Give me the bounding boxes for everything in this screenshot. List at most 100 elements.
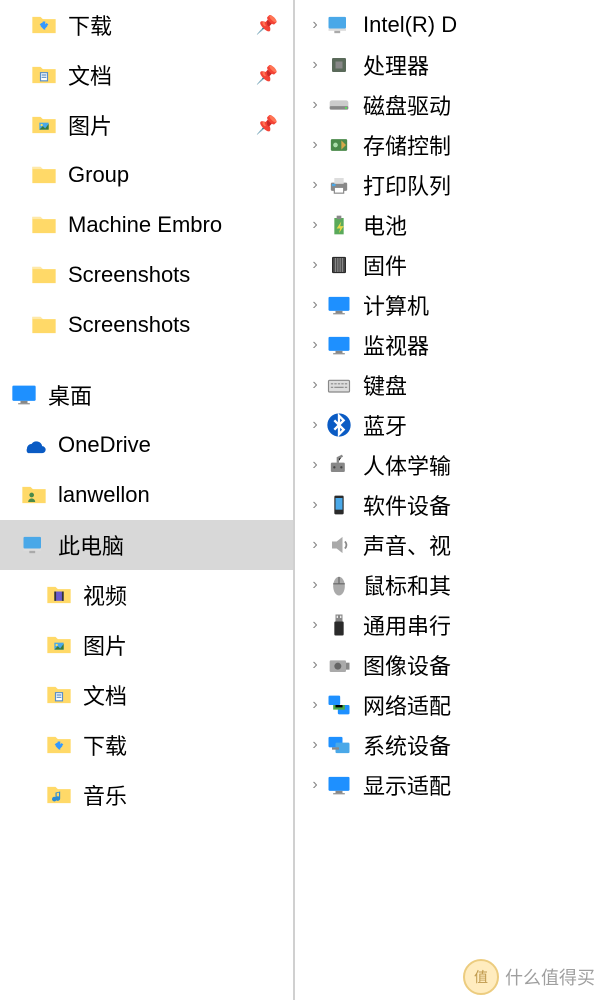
nav-label: Screenshots (68, 312, 190, 338)
folder-video-icon (45, 581, 73, 609)
nav-label: 文档 (83, 679, 127, 711)
nav-label: Group (68, 162, 129, 188)
expand-arrow-icon[interactable]: › (305, 296, 325, 314)
monitor-icon (325, 291, 353, 319)
nav-label: Screenshots (68, 262, 190, 288)
expand-arrow-icon[interactable]: › (305, 736, 325, 754)
device-tree-item[interactable]: › 系统设备 (295, 725, 600, 765)
folder-document-icon (30, 61, 58, 89)
folder-icon (30, 211, 58, 239)
nav-item-quickaccess[interactable]: 文档 📌 (0, 50, 293, 100)
device-tree-item[interactable]: › 磁盘驱动 (295, 85, 600, 125)
expand-arrow-icon[interactable]: › (305, 376, 325, 394)
nav-item[interactable]: 音乐 (0, 770, 293, 820)
expand-arrow-icon[interactable]: › (305, 176, 325, 194)
expand-arrow-icon[interactable]: › (305, 576, 325, 594)
nav-item-quickaccess[interactable]: Screenshots (0, 250, 293, 300)
nav-label: lanwellon (58, 482, 150, 508)
folder-picture-icon (45, 631, 73, 659)
mouse-icon (325, 571, 353, 599)
expand-arrow-icon[interactable]: › (305, 536, 325, 554)
device-tree-item[interactable]: › 打印队列 (295, 165, 600, 205)
pin-icon: 📌 (256, 115, 278, 136)
folder-music-icon (45, 781, 73, 809)
device-tree-item[interactable]: › 存储控制 (295, 125, 600, 165)
bluetooth-icon (325, 411, 353, 439)
device-tree-item[interactable]: › 蓝牙 (295, 405, 600, 445)
expand-arrow-icon[interactable]: › (305, 496, 325, 514)
device-label: 监视器 (363, 329, 429, 361)
device-tree-item[interactable]: › 显示适配 (295, 765, 600, 805)
device-label: 人体学输 (363, 449, 451, 481)
battery-icon (325, 211, 353, 239)
device-label: Intel(R) D (363, 12, 457, 38)
nav-item[interactable]: 图片 (0, 620, 293, 670)
nav-item[interactable]: 文档 (0, 670, 293, 720)
system-device-icon (325, 731, 353, 759)
nav-item-quickaccess[interactable]: Machine Embro (0, 200, 293, 250)
printer-icon (325, 171, 353, 199)
expand-arrow-icon[interactable]: › (305, 776, 325, 794)
device-tree-item[interactable]: › 处理器 (295, 45, 600, 85)
expand-arrow-icon[interactable]: › (305, 656, 325, 674)
firmware-icon (325, 251, 353, 279)
device-tree-item[interactable]: › 网络适配 (295, 685, 600, 725)
storage-controller-icon (325, 131, 353, 159)
device-tree-item[interactable]: › 图像设备 (295, 645, 600, 685)
nav-label: OneDrive (58, 432, 151, 458)
device-label: 系统设备 (363, 729, 451, 761)
expand-arrow-icon[interactable]: › (305, 16, 325, 34)
nav-label: 音乐 (83, 779, 127, 811)
device-tree-item[interactable]: › 计算机 (295, 285, 600, 325)
device-tree-item[interactable]: › 键盘 (295, 365, 600, 405)
watermark-text: 什么值得买 (505, 964, 595, 990)
nav-item-quickaccess[interactable]: 下载 📌 (0, 0, 293, 50)
nav-item[interactable]: OneDrive (0, 420, 293, 470)
device-tree-item[interactable]: › Intel(R) D (295, 5, 600, 45)
expand-arrow-icon[interactable]: › (305, 336, 325, 354)
folder-document-icon (45, 681, 73, 709)
cpu-icon (325, 51, 353, 79)
expand-arrow-icon[interactable]: › (305, 696, 325, 714)
device-tree-item[interactable]: › 监视器 (295, 325, 600, 365)
expand-arrow-icon[interactable]: › (305, 216, 325, 234)
device-label: 显示适配 (363, 769, 451, 801)
device-tree-item[interactable]: › 鼠标和其 (295, 565, 600, 605)
folder-icon (30, 161, 58, 189)
expand-arrow-icon[interactable]: › (305, 96, 325, 114)
nav-item[interactable]: lanwellon (0, 470, 293, 520)
nav-item-quickaccess[interactable]: 图片 📌 (0, 100, 293, 150)
folder-download-icon (45, 731, 73, 759)
device-label: 处理器 (363, 49, 429, 81)
device-label: 键盘 (363, 369, 407, 401)
expand-arrow-icon[interactable]: › (305, 416, 325, 434)
device-tree-item[interactable]: › 电池 (295, 205, 600, 245)
expand-arrow-icon[interactable]: › (305, 456, 325, 474)
nav-item-quickaccess[interactable]: Screenshots (0, 300, 293, 350)
device-tree-item[interactable]: › 人体学输 (295, 445, 600, 485)
camera-icon (325, 651, 353, 679)
expand-arrow-icon[interactable]: › (305, 616, 325, 634)
nav-item-desktop[interactable]: 桌面 (0, 370, 293, 420)
expand-arrow-icon[interactable]: › (305, 136, 325, 154)
user-folder-icon (20, 481, 48, 509)
watermark-badge-icon: 值 (463, 959, 499, 995)
device-tree-item[interactable]: › 通用串行 (295, 605, 600, 645)
onedrive-icon (20, 431, 48, 459)
nav-item-quickaccess[interactable]: Group (0, 150, 293, 200)
hid-icon (325, 451, 353, 479)
folder-icon (30, 311, 58, 339)
expand-arrow-icon[interactable]: › (305, 256, 325, 274)
device-tree-item[interactable]: › 软件设备 (295, 485, 600, 525)
device-tree-item[interactable]: › 固件 (295, 245, 600, 285)
desktop-icon (10, 381, 38, 409)
nav-item[interactable]: 下载 (0, 720, 293, 770)
nav-item[interactable]: 视频 (0, 570, 293, 620)
device-tree-item[interactable]: › 声音、视 (295, 525, 600, 565)
nav-label: 图片 (83, 629, 127, 661)
computer-icon (20, 531, 48, 559)
nav-label: Machine Embro (68, 212, 222, 238)
nav-item[interactable]: 此电脑 (0, 520, 293, 570)
expand-arrow-icon[interactable]: › (305, 56, 325, 74)
software-device-icon (325, 491, 353, 519)
